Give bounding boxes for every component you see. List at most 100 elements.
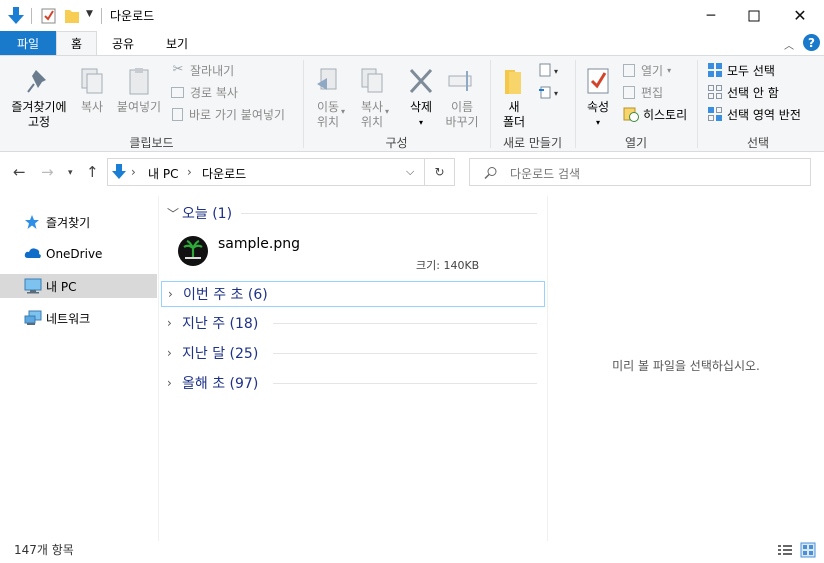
- refresh-button[interactable]: ↻: [425, 158, 455, 186]
- window-title: 다운로드: [110, 9, 155, 23]
- paste-shortcut-button[interactable]: 바로 가기 붙여넣기: [170, 104, 285, 124]
- nav-item-this-pc[interactable]: 내 PC: [0, 274, 157, 298]
- group-header-today[interactable]: ﹀ 오늘 (1): [161, 201, 545, 225]
- paste-label: 붙여넣기: [116, 100, 162, 114]
- properties-check-icon[interactable]: [41, 7, 57, 24]
- history-icon: [623, 107, 639, 122]
- recent-locations-icon[interactable]: ▾: [68, 168, 73, 178]
- select-all-button[interactable]: 모두 선택: [707, 60, 775, 80]
- up-arrow-icon[interactable]: ↑: [86, 163, 99, 181]
- select-none-button[interactable]: 선택 안 함: [707, 82, 779, 102]
- maximize-button[interactable]: [731, 0, 777, 31]
- address-bar[interactable]: › 내 PC › 다운로드 ⌵: [107, 158, 425, 186]
- nav-item-quick-access[interactable]: 즐겨찾기: [0, 210, 157, 234]
- open-button[interactable]: 열기 ▾: [623, 60, 671, 80]
- group-divider-line: [273, 382, 537, 384]
- new-group-label: 새로 만들기: [502, 136, 562, 150]
- group-header-last-week[interactable]: › 지난 주 (18): [161, 311, 545, 335]
- new-item-button[interactable]: ▾: [538, 63, 562, 82]
- chevron-right-icon: ›: [167, 376, 172, 390]
- search-box[interactable]: 다운로드 검색: [469, 158, 811, 186]
- chevron-right-icon: ›: [167, 346, 172, 360]
- open-group-label: 열기: [624, 136, 648, 150]
- invert-selection-button[interactable]: 선택 영역 반전: [707, 104, 801, 124]
- new-folder-button[interactable]: 새 폴더: [495, 60, 533, 130]
- properties-label: 속성: [586, 100, 610, 114]
- copy-label: 복사: [80, 100, 104, 114]
- breadcrumb-separator: ›: [187, 165, 192, 179]
- preview-message: 미리 볼 파일을 선택하십시오.: [612, 359, 760, 373]
- chevron-right-icon: ›: [167, 316, 172, 330]
- nav-item-network[interactable]: 네트워크: [0, 306, 157, 330]
- file-name: sample.png: [218, 236, 300, 252]
- delete-button[interactable]: 삭제 ▾: [403, 60, 439, 130]
- copy-button[interactable]: 복사: [76, 60, 108, 115]
- download-arrow-icon: [112, 164, 126, 179]
- delete-label: 삭제: [409, 100, 433, 114]
- edit-icon: [623, 85, 635, 99]
- back-arrow-icon[interactable]: ←: [13, 163, 26, 181]
- clipboard-group-label: 클립보드: [129, 136, 174, 150]
- history-button[interactable]: 히스토리: [623, 104, 687, 124]
- copy-path-label: 경로 복사: [190, 85, 238, 100]
- select-all-icon: [708, 63, 722, 77]
- select-group-label: 선택: [746, 136, 770, 150]
- title-bar: ▼ 다운로드 ─ ✕: [0, 0, 824, 31]
- nav-item-onedrive[interactable]: OneDrive: [0, 242, 157, 266]
- image-file-thumbnail: [178, 236, 208, 266]
- group-label: 오늘 (1): [182, 206, 233, 222]
- group-header-earlier-this-year[interactable]: › 올해 초 (97): [161, 371, 545, 395]
- copy-path-button[interactable]: 경로 복사: [170, 82, 238, 102]
- open-label: 열기: [641, 63, 664, 78]
- refresh-icon: ↻: [434, 165, 445, 179]
- history-label: 히스토리: [643, 107, 688, 122]
- minimize-button[interactable]: ─: [688, 0, 734, 31]
- select-none-label: 선택 안 함: [727, 85, 779, 100]
- copy-icon: [81, 68, 103, 94]
- cut-button[interactable]: ✂ 잘라내기: [170, 60, 235, 80]
- details-view-icon[interactable]: [777, 543, 793, 557]
- properties-button[interactable]: 속성 ▾: [580, 60, 616, 130]
- paste-button[interactable]: 붙여넣기: [114, 60, 164, 115]
- pin-to-quick-access-button[interactable]: 즐겨찾기에 고정: [4, 60, 74, 130]
- file-item[interactable]: sample.png 크기: 140KB: [161, 228, 545, 274]
- tab-file[interactable]: 파일: [0, 31, 56, 55]
- copy-to-icon: [361, 68, 383, 93]
- select-all-label: 모두 선택: [727, 63, 775, 78]
- svg-text:▾: ▾: [554, 89, 558, 98]
- breadcrumb-this-pc[interactable]: 내 PC: [148, 165, 178, 182]
- breadcrumb-downloads[interactable]: 다운로드: [202, 165, 246, 182]
- download-arrow-icon: [8, 7, 24, 24]
- chevron-down-icon: ﹀: [167, 206, 180, 221]
- open-icon: [623, 63, 635, 77]
- breadcrumb-separator: ›: [131, 165, 136, 179]
- group-header-earlier-this-week[interactable]: › 이번 주 초 (6): [161, 281, 545, 307]
- close-button[interactable]: ✕: [777, 0, 823, 31]
- forward-arrow-icon[interactable]: →: [41, 163, 54, 181]
- tab-view[interactable]: 보기: [149, 31, 205, 55]
- computer-icon: [24, 278, 42, 294]
- group-divider-line: [241, 212, 537, 214]
- paste-shortcut-icon: [172, 107, 183, 121]
- group-divider-line: [273, 322, 537, 324]
- easy-access-button[interactable]: ▾: [538, 85, 562, 104]
- customize-quick-access-icon[interactable]: ▼: [86, 9, 93, 19]
- new-folder-icon[interactable]: [64, 7, 80, 24]
- maximize-icon: [748, 10, 760, 21]
- edit-label: 편집: [641, 85, 664, 100]
- tab-home[interactable]: 홈: [56, 31, 97, 55]
- tab-share[interactable]: 공유: [97, 31, 149, 55]
- nav-label: OneDrive: [46, 247, 103, 261]
- nav-label: 내 PC: [46, 279, 77, 294]
- group-header-last-month[interactable]: › 지난 달 (25): [161, 341, 545, 365]
- file-size: 크기: 140KB: [416, 259, 480, 272]
- new-folder-label: 새 폴더: [502, 100, 526, 129]
- rename-button[interactable]: 이름 바꾸기: [442, 60, 482, 130]
- address-dropdown-icon[interactable]: ⌵: [406, 165, 414, 179]
- move-to-button[interactable]: 이동 위치 ▾: [308, 60, 348, 130]
- large-icons-view-icon[interactable]: [800, 542, 816, 558]
- edit-button[interactable]: 편집: [623, 82, 663, 102]
- help-icon[interactable]: ?: [803, 34, 820, 51]
- minimize-ribbon-icon[interactable]: ︿: [784, 37, 794, 52]
- copy-to-button[interactable]: 복사 위치 ▾: [352, 60, 392, 130]
